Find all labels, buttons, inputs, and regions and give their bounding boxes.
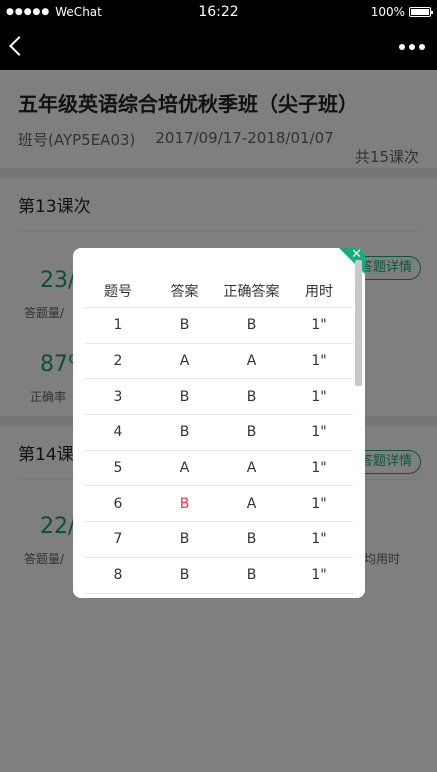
- nav-bar: [0, 26, 437, 70]
- table-row: 3 B B 1": [85, 379, 353, 416]
- question-number: 6: [113, 495, 123, 512]
- table-row: 1 B B 1": [85, 308, 353, 344]
- question-number: 7: [113, 531, 123, 548]
- correct-answer: A: [246, 460, 257, 477]
- question-number: 4: [113, 424, 123, 441]
- more-icon[interactable]: [399, 44, 425, 50]
- question-number: 1: [113, 317, 123, 334]
- battery-icon: [409, 7, 433, 17]
- student-answer: B: [179, 495, 190, 512]
- header-answer: 答案: [170, 283, 199, 300]
- correct-answer: A: [246, 353, 257, 370]
- answer-time: 1": [311, 460, 327, 477]
- correct-answer: B: [246, 317, 257, 334]
- answer-time: 1": [311, 388, 327, 405]
- question-number: 3: [113, 388, 123, 405]
- status-bar: ●●●●● WeChat 16:22 100%: [0, 0, 437, 26]
- question-number: 5: [113, 460, 123, 477]
- answer-time: 1": [311, 353, 327, 370]
- header-time: 用时: [305, 283, 333, 300]
- correct-answer: B: [246, 388, 257, 405]
- table-row: 4 B B 1": [85, 415, 353, 451]
- question-number: 2: [113, 353, 123, 370]
- table-row: 6 B A 1": [85, 486, 353, 523]
- question-number: 8: [113, 567, 123, 584]
- student-answer: A: [179, 460, 190, 477]
- table-row: 7 B B 1": [85, 522, 353, 558]
- header-question-no: 题号: [104, 283, 132, 300]
- correct-answer: B: [246, 567, 257, 584]
- student-answer: B: [179, 388, 190, 405]
- answer-time: 1": [311, 531, 327, 548]
- correct-answer: A: [246, 495, 257, 512]
- answer-detail-modal: ✕ 题号 答案 正确答案 用时 1 B B 1" 2 A A 1" 3 B B 1" 4 B B 1" 5 A A 1…: [73, 248, 365, 598]
- answer-time: 1": [311, 567, 327, 584]
- header-correct-answer: 正确答案: [223, 283, 280, 300]
- correct-answer: B: [246, 531, 257, 548]
- student-answer: B: [179, 424, 190, 441]
- table-body: 1 B B 1" 2 A A 1" 3 B B 1" 4 B B 1" 5 A A 1" 6 B A 1" 7 B B 1" 8 B B 1": [85, 308, 353, 594]
- student-answer: A: [179, 353, 190, 370]
- correct-answer: B: [246, 424, 257, 441]
- battery-percent: 100%: [370, 5, 405, 19]
- table-row: 5 A A 1": [85, 451, 353, 487]
- student-answer: B: [179, 317, 190, 334]
- student-answer: B: [179, 567, 190, 584]
- back-icon[interactable]: [9, 36, 29, 56]
- table-row: 8 B B 1": [85, 558, 353, 594]
- table-header: 题号 答案 正确答案 用时: [85, 274, 353, 308]
- answer-table: 题号 答案 正确答案 用时 1 B B 1" 2 A A 1" 3 B B 1" 4 B B 1" 5 A A 1" 6…: [85, 274, 353, 594]
- answer-time: 1": [311, 424, 327, 441]
- answer-time: 1": [311, 317, 327, 334]
- student-answer: B: [179, 531, 190, 548]
- answer-time: 1": [311, 495, 327, 512]
- scrollbar[interactable]: [355, 260, 362, 386]
- battery-info: 100%: [370, 5, 433, 19]
- table-row: 2 A A 1": [85, 344, 353, 380]
